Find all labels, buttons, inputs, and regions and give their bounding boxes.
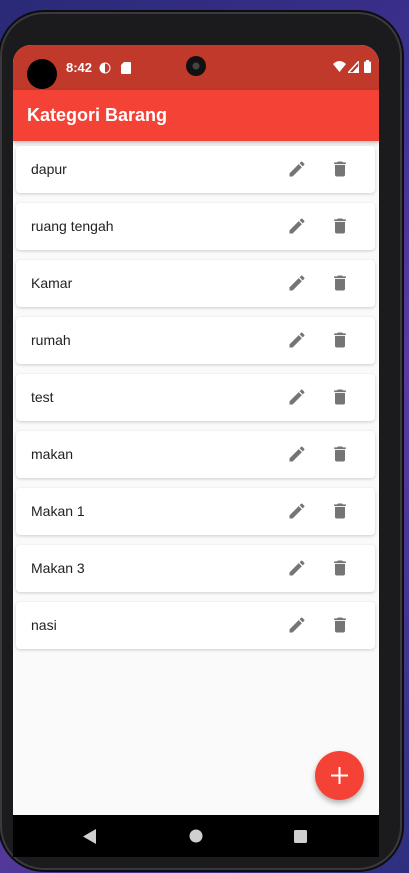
pencil-icon — [289, 275, 305, 291]
app-bar: Kategori Barang — [13, 90, 379, 141]
edit-button[interactable] — [285, 385, 309, 409]
status-time: 8:42 — [66, 60, 93, 75]
list-item[interactable]: rumah — [16, 317, 375, 364]
category-name: Makan 3 — [31, 560, 85, 576]
front-camera — [186, 56, 206, 76]
pencil-icon — [289, 218, 305, 234]
recents-icon[interactable] — [294, 830, 307, 843]
back-icon[interactable] — [83, 829, 97, 844]
wifi-icon — [333, 61, 346, 72]
category-name: makan — [31, 446, 74, 462]
pencil-icon — [289, 389, 305, 405]
camera-cutout — [27, 59, 57, 89]
page-title: Kategori Barang — [27, 105, 168, 125]
edit-button[interactable] — [285, 499, 309, 523]
trash-icon — [334, 617, 346, 633]
pencil-icon — [289, 560, 305, 576]
trash-icon — [334, 332, 346, 348]
category-name: Kamar — [31, 275, 73, 291]
delete-button[interactable] — [328, 385, 352, 409]
home-icon[interactable] — [189, 829, 203, 843]
category-name: nasi — [31, 617, 57, 633]
pencil-icon — [289, 503, 305, 519]
trash-icon — [334, 389, 346, 405]
pencil-icon — [289, 617, 305, 633]
edit-button[interactable] — [285, 556, 309, 580]
pencil-icon — [289, 446, 305, 462]
list-item[interactable]: nasi — [16, 602, 375, 649]
status-bar: 8:42 — [13, 45, 379, 90]
list-item[interactable]: makan — [16, 431, 375, 478]
delete-button[interactable] — [328, 214, 352, 238]
list-item[interactable]: Makan 1 — [16, 488, 375, 535]
pencil-icon — [289, 332, 305, 348]
trash-icon — [334, 560, 346, 576]
signal-icon — [348, 61, 359, 73]
list-item[interactable]: test — [16, 374, 375, 421]
list-item[interactable]: Kamar — [16, 260, 375, 307]
trash-icon — [334, 503, 346, 519]
list-item[interactable]: Makan 3 — [16, 545, 375, 592]
dnd-icon — [99, 62, 111, 74]
trash-icon — [334, 161, 346, 177]
device-frame: 8:42 Kategori Barang dapur ruang tengah … — [0, 12, 402, 870]
trash-icon — [334, 218, 346, 234]
system-navigation-bar — [13, 815, 379, 857]
add-category-button[interactable] — [315, 751, 364, 800]
delete-button[interactable] — [328, 442, 352, 466]
delete-button[interactable] — [328, 556, 352, 580]
delete-button[interactable] — [328, 157, 352, 181]
category-name: ruang tengah — [31, 218, 114, 234]
trash-icon — [334, 275, 346, 291]
plus-icon — [331, 767, 348, 784]
battery-icon — [364, 60, 371, 73]
edit-button[interactable] — [285, 271, 309, 295]
delete-button[interactable] — [328, 328, 352, 352]
list-item[interactable]: dapur — [16, 146, 375, 193]
category-name: test — [31, 389, 54, 405]
category-name: Makan 1 — [31, 503, 85, 519]
trash-icon — [334, 446, 346, 462]
list-item[interactable]: ruang tengah — [16, 203, 375, 250]
edit-button[interactable] — [285, 328, 309, 352]
category-name: rumah — [31, 332, 71, 348]
category-list: dapur ruang tengah Kamar rumah test maka… — [16, 146, 375, 659]
category-name: dapur — [31, 161, 67, 177]
delete-button[interactable] — [328, 613, 352, 637]
sim-card-icon — [121, 62, 131, 74]
pencil-icon — [289, 161, 305, 177]
edit-button[interactable] — [285, 613, 309, 637]
edit-button[interactable] — [285, 442, 309, 466]
delete-button[interactable] — [328, 271, 352, 295]
edit-button[interactable] — [285, 214, 309, 238]
phone-screen: 8:42 Kategori Barang dapur ruang tengah … — [13, 45, 379, 857]
delete-button[interactable] — [328, 499, 352, 523]
edit-button[interactable] — [285, 157, 309, 181]
